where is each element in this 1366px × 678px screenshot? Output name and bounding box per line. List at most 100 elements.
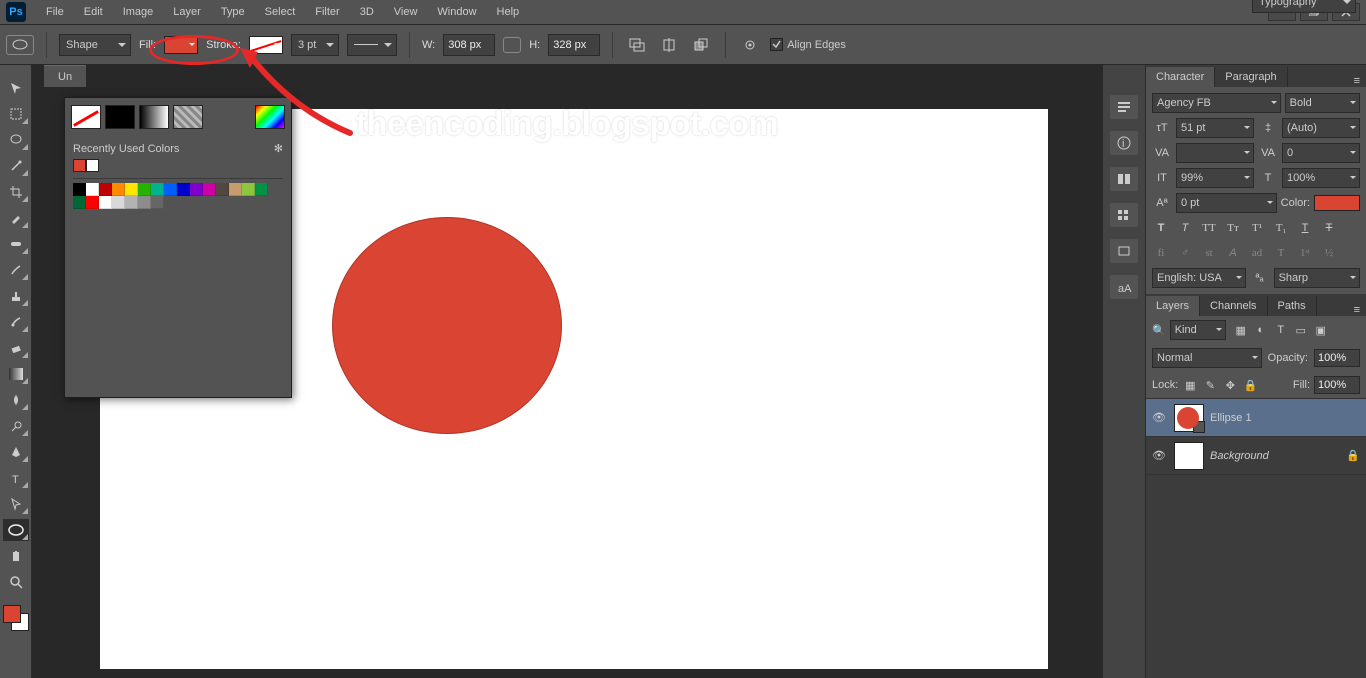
menu-image[interactable]: Image (113, 0, 164, 25)
path-operations-icon[interactable] (625, 34, 649, 56)
eyedropper-tool[interactable] (3, 207, 29, 229)
kerning-input[interactable] (1176, 143, 1254, 163)
swatch-menu-icon[interactable]: ✻ (274, 142, 283, 155)
blur-tool[interactable] (3, 389, 29, 411)
language-dropdown[interactable]: English: USA (1152, 268, 1246, 288)
color-swatch[interactable] (99, 196, 112, 209)
fill-type-solid[interactable] (105, 105, 135, 129)
stroke-swatch[interactable] (249, 36, 283, 54)
glyphs-panel-icon[interactable]: aA (1110, 275, 1138, 299)
color-swatch[interactable] (99, 183, 112, 196)
recent-swatch[interactable] (86, 159, 99, 172)
vscale-input[interactable]: 99% (1176, 168, 1254, 188)
superscript-btn[interactable]: T¹ (1248, 220, 1266, 236)
tab-channels[interactable]: Channels (1200, 296, 1267, 316)
menu-layer[interactable]: Layer (163, 0, 211, 25)
history-brush-tool[interactable] (3, 311, 29, 333)
layer-row[interactable]: 👁 Ellipse 1 (1146, 399, 1366, 437)
allcaps-btn[interactable]: TT (1200, 220, 1218, 236)
menu-edit[interactable]: Edit (74, 0, 113, 25)
menu-select[interactable]: Select (255, 0, 306, 25)
color-swatch[interactable] (190, 183, 203, 196)
fill-type-gradient[interactable] (139, 105, 169, 129)
underline-btn[interactable]: T (1296, 220, 1314, 236)
color-swatch[interactable] (138, 196, 151, 209)
workspace-dropdown[interactable]: Typography (1252, 0, 1356, 13)
type-tool[interactable]: T (3, 467, 29, 489)
paragraph-styles-icon[interactable] (1110, 95, 1138, 119)
move-tool[interactable] (3, 77, 29, 99)
layer-thumbnail[interactable] (1174, 442, 1204, 470)
strike-btn[interactable]: T (1320, 220, 1338, 236)
blend-mode-dropdown[interactable]: Normal (1152, 348, 1262, 368)
subscript-btn[interactable]: T₁ (1272, 220, 1290, 236)
ellipse-tool[interactable] (3, 519, 29, 541)
clone-stamp-tool[interactable] (3, 285, 29, 307)
path-alignment-icon[interactable] (657, 34, 681, 56)
color-swatch[interactable] (151, 196, 164, 209)
pen-tool[interactable] (3, 441, 29, 463)
stroke-width-input[interactable]: 3 pt (291, 34, 339, 56)
height-input[interactable] (548, 34, 600, 56)
text-color-swatch[interactable] (1314, 195, 1360, 211)
color-swatch[interactable] (229, 183, 242, 196)
character-styles-icon[interactable] (1110, 167, 1138, 191)
gradient-tool[interactable] (3, 363, 29, 385)
filter-adjust-icon[interactable]: ◐ (1252, 322, 1270, 338)
tab-paths[interactable]: Paths (1268, 296, 1317, 316)
lock-transparency-icon[interactable]: ▦ (1182, 378, 1198, 392)
filter-pixel-icon[interactable]: ▦ (1232, 322, 1250, 338)
fill-type-none[interactable] (71, 105, 101, 129)
crop-tool[interactable] (3, 181, 29, 203)
styles-panel-icon[interactable] (1110, 239, 1138, 263)
color-swatch[interactable] (151, 183, 164, 196)
path-selection-tool[interactable] (3, 493, 29, 515)
lock-position-icon[interactable]: ✥ (1222, 378, 1238, 392)
width-input[interactable] (443, 34, 495, 56)
color-swatch[interactable] (86, 183, 99, 196)
smallcaps-btn[interactable]: Tᴛ (1224, 220, 1242, 236)
visibility-icon[interactable]: 👁 (1152, 449, 1168, 462)
font-family-dropdown[interactable]: Agency FB (1152, 93, 1281, 113)
color-swatch[interactable] (125, 183, 138, 196)
color-swatch[interactable] (242, 183, 255, 196)
font-size-input[interactable]: 51 pt (1176, 118, 1254, 138)
info-panel-icon[interactable]: i (1110, 131, 1138, 155)
antialias-dropdown[interactable]: Sharp (1274, 268, 1360, 288)
color-swatch[interactable] (138, 183, 151, 196)
healing-brush-tool[interactable] (3, 233, 29, 255)
filter-type-icon[interactable]: T (1272, 322, 1290, 338)
dodge-tool[interactable] (3, 415, 29, 437)
hscale-input[interactable]: 100% (1282, 168, 1360, 188)
color-swatch[interactable] (164, 183, 177, 196)
italic-btn[interactable]: T (1176, 220, 1194, 236)
foreground-background-colors[interactable] (3, 605, 29, 631)
filter-smart-icon[interactable]: ▣ (1312, 322, 1330, 338)
color-swatch[interactable] (86, 196, 99, 209)
zoom-tool[interactable] (3, 571, 29, 593)
bold-btn[interactable]: T (1152, 220, 1170, 236)
menu-view[interactable]: View (384, 0, 428, 25)
hand-tool[interactable] (3, 545, 29, 567)
brush-tool[interactable] (3, 259, 29, 281)
tool-mode-dropdown[interactable]: Shape (59, 34, 131, 56)
marquee-tool[interactable] (3, 103, 29, 125)
color-swatch[interactable] (112, 196, 125, 209)
menu-type[interactable]: Type (211, 0, 255, 25)
layer-row[interactable]: 👁 Background 🔒 (1146, 437, 1366, 475)
link-wh-icon[interactable] (503, 37, 521, 53)
tab-paragraph[interactable]: Paragraph (1215, 67, 1287, 87)
font-style-dropdown[interactable]: Bold (1285, 93, 1360, 113)
color-swatch[interactable] (73, 196, 86, 209)
fill-opacity-input[interactable] (1314, 376, 1360, 394)
color-swatch[interactable] (177, 183, 190, 196)
layer-thumbnail[interactable] (1174, 404, 1204, 432)
filter-type-dropdown[interactable]: Kind (1170, 320, 1226, 340)
tool-preset-picker[interactable] (6, 35, 34, 55)
lock-paint-icon[interactable]: ✎ (1202, 378, 1218, 392)
color-swatch[interactable] (216, 183, 229, 196)
baseline-input[interactable]: 0 pt (1176, 193, 1277, 213)
menu-window[interactable]: Window (427, 0, 486, 25)
ellipse-shape[interactable] (332, 217, 562, 434)
swatches-panel-icon[interactable] (1110, 203, 1138, 227)
